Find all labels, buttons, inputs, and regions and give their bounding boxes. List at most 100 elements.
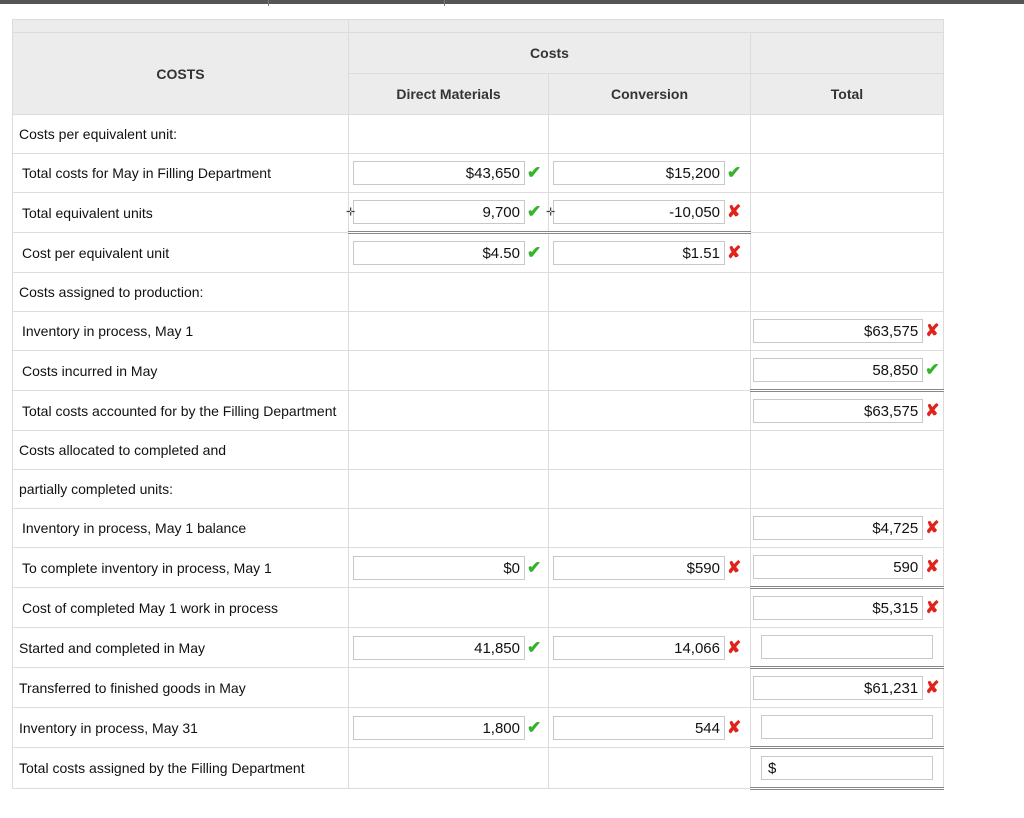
- direct-materials-cell: [348, 747, 549, 789]
- plus-icon: ✛: [546, 206, 556, 219]
- row-label: Total costs assigned by the Filling Depa…: [12, 747, 349, 789]
- conversion-cell: [548, 311, 751, 351]
- conversion-input[interactable]: 14,066: [553, 635, 725, 660]
- total-cell: [749, 707, 945, 749]
- table-row: Total costs accounted for by the Filling…: [12, 390, 945, 431]
- row-label: Total equivalent units: [12, 192, 349, 233]
- table-row: To complete inventory in process, May 1 $…: [12, 547, 945, 589]
- row-label: Total costs for May in Filling Departmen…: [12, 153, 349, 193]
- conversion-cell: [548, 390, 751, 431]
- total-input[interactable]: $4,725: [753, 516, 924, 540]
- table-row: Cost per equivalent unit $4.50 ✔ $1.51 ✘: [12, 232, 945, 273]
- total-cell: $4,725 ✘: [749, 508, 945, 548]
- table-row: Costs assigned to production:: [12, 272, 945, 312]
- conversion-input[interactable]: 544: [553, 715, 725, 740]
- direct-materials-input[interactable]: 41,850: [353, 635, 525, 660]
- total-cell: 590 ✘: [749, 547, 945, 589]
- conversion-cell: [548, 430, 751, 470]
- total-input[interactable]: $61,231: [753, 676, 924, 700]
- check-mark-icon: ✔: [527, 202, 542, 221]
- conversion-cell: -10,050 ✘ ✛: [546, 192, 751, 234]
- direct-materials-cell: [348, 272, 549, 312]
- direct-materials-cell: [348, 390, 549, 431]
- top-bar: [0, 0, 1024, 6]
- header-spacer-right: [347, 19, 945, 33]
- direct-materials-header: Direct Materials: [348, 73, 549, 115]
- conversion-input[interactable]: $1.51: [553, 241, 725, 265]
- row-label: Inventory in process, May 1: [12, 311, 349, 351]
- direct-materials-cell: 1,800 ✔: [348, 707, 549, 748]
- x-mark-icon: ✘: [925, 598, 940, 617]
- costs-header: COSTS: [12, 32, 349, 115]
- total-cell: [749, 272, 945, 312]
- total-cell: [749, 232, 945, 273]
- check-mark-icon: ✔: [925, 360, 940, 379]
- total-cell: $61,231 ✘: [749, 667, 945, 708]
- row-label: Cost per equivalent unit: [12, 232, 349, 273]
- check-mark-icon: ✔: [527, 243, 542, 262]
- total-input[interactable]: 58,850: [753, 358, 924, 382]
- total-cell: [749, 627, 945, 669]
- table-row: Cost of completed May 1 work in process $…: [12, 587, 945, 628]
- conversion-cell: $590 ✘: [548, 547, 751, 588]
- direct-materials-input[interactable]: $43,650: [353, 161, 525, 185]
- direct-materials-cell: [348, 114, 549, 154]
- total-cell: [749, 114, 945, 154]
- table-row: Costs per equivalent unit:: [12, 114, 945, 154]
- direct-materials-input[interactable]: 1,800: [353, 715, 525, 740]
- x-mark-icon: ✘: [925, 518, 940, 537]
- direct-materials-cell: $4.50 ✔: [348, 232, 549, 273]
- row-label: Costs incurred in May: [12, 350, 349, 391]
- direct-materials-input[interactable]: $0: [353, 555, 525, 580]
- total-input[interactable]: $5,315: [753, 596, 924, 620]
- table-row: Total equivalent units 9,700 ✔ ✛ -10,050 ✘ ✛: [12, 192, 945, 234]
- row-label: Cost of completed May 1 work in process: [12, 587, 349, 628]
- check-mark-icon: ✔: [527, 637, 542, 657]
- total-cell: $: [749, 747, 945, 790]
- total-input[interactable]: $: [761, 756, 933, 780]
- row-label: partially completed units:: [12, 469, 349, 509]
- direct-materials-cell: [348, 469, 549, 509]
- total-cell: [749, 192, 945, 233]
- total-input[interactable]: [761, 715, 933, 739]
- direct-materials-cell: [348, 350, 549, 391]
- table-row: Costs incurred in May 58,850 ✔: [12, 350, 945, 392]
- conversion-cell: $1.51 ✘: [548, 232, 751, 273]
- check-mark-icon: ✔: [727, 163, 742, 182]
- conversion-cell: [548, 272, 751, 312]
- table-row: Inventory in process, May 1 $63,575 ✘: [12, 311, 945, 351]
- conversion-cell: $15,200 ✔: [548, 153, 751, 193]
- x-mark-icon: ✘: [727, 243, 742, 262]
- plus-icon: ✛: [346, 206, 356, 219]
- header-spacer: [12, 19, 349, 33]
- total-input[interactable]: 590: [753, 555, 924, 579]
- direct-materials-input[interactable]: $4.50: [353, 241, 525, 265]
- conversion-input[interactable]: $590: [553, 555, 725, 580]
- table-row: Inventory in process, May 1 balance $4,72…: [12, 508, 945, 548]
- direct-materials-input[interactable]: 9,700: [353, 200, 525, 224]
- conversion-input[interactable]: $15,200: [553, 161, 725, 185]
- check-mark-icon: ✔: [527, 717, 542, 737]
- row-label: Started and completed in May: [12, 627, 349, 668]
- total-header-top: [749, 32, 945, 74]
- dollar-prefix: $: [768, 760, 777, 777]
- total-input[interactable]: $63,575: [753, 319, 924, 343]
- total-input[interactable]: [761, 635, 933, 659]
- direct-materials-cell: $0 ✔: [348, 547, 549, 588]
- conversion-input[interactable]: -10,050: [553, 200, 725, 224]
- conversion-cell: 544 ✘: [548, 707, 751, 748]
- cost-report-table: COSTS Costs Direct Materials Conversion …: [12, 19, 945, 790]
- table-row: Inventory in process, May 31 1,800 ✔ 544 ✘: [12, 707, 945, 749]
- row-label: Total costs accounted for by the Filling…: [12, 390, 349, 431]
- total-cell: $5,315 ✘: [749, 587, 945, 628]
- conversion-cell: [548, 350, 751, 391]
- direct-materials-cell: [348, 587, 549, 628]
- x-mark-icon: ✘: [925, 678, 940, 697]
- direct-materials-cell: 41,850 ✔: [348, 627, 549, 668]
- total-cell: 58,850 ✔: [749, 350, 945, 392]
- total-input[interactable]: $63,575: [753, 399, 924, 423]
- x-mark-icon: ✘: [925, 401, 940, 420]
- total-cell: $63,575 ✘: [749, 390, 945, 431]
- direct-materials-cell: $43,650 ✔: [348, 153, 549, 193]
- x-mark-icon: ✘: [727, 202, 742, 221]
